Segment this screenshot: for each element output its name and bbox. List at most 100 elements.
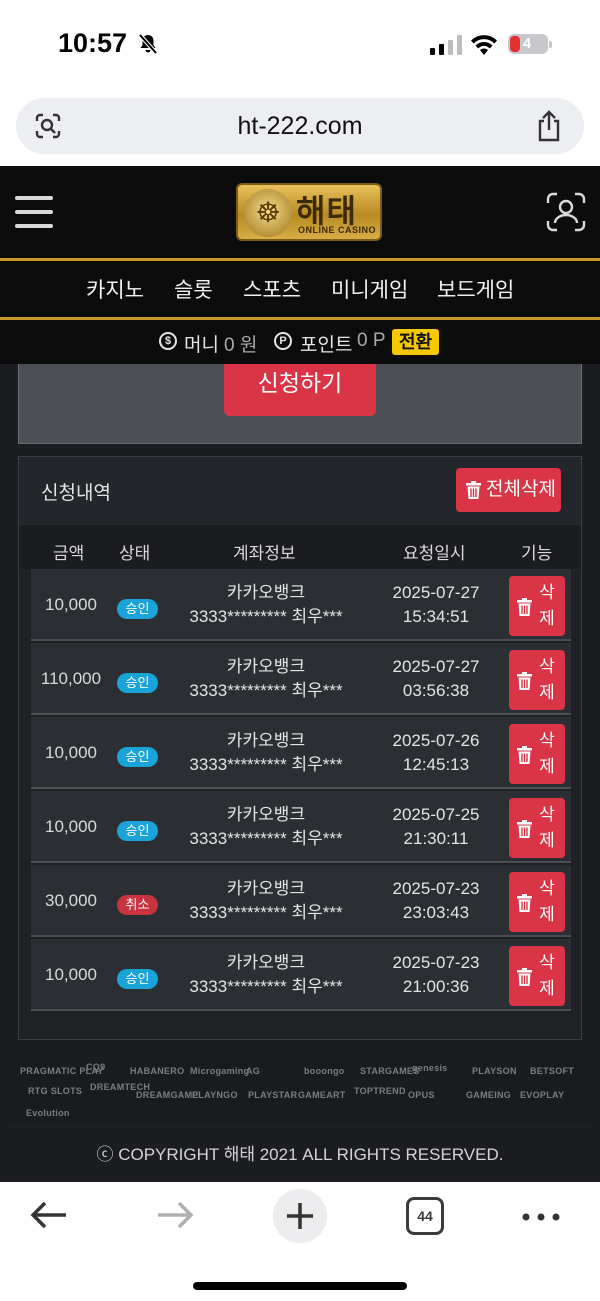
bell-muted-icon: [138, 33, 158, 55]
row-delete-button[interactable]: 삭제: [509, 946, 565, 1006]
forward-arrow-icon[interactable]: [156, 1200, 194, 1230]
row-account-number: 3333********* 최우***: [189, 977, 343, 996]
row-date: 2025-07-25: [392, 805, 480, 824]
row-account-number: 3333********* 최우***: [189, 681, 343, 700]
status-badge: 승인: [117, 821, 158, 841]
delete-all-label: 전체삭제: [486, 479, 556, 500]
row-delete-label-1: 삭: [539, 731, 555, 750]
row-delete-button[interactable]: 삭제: [509, 576, 565, 636]
battery-indicator: 4: [508, 34, 552, 54]
plus-icon: [287, 1203, 313, 1229]
trash-icon: [517, 746, 532, 764]
row-delete-label-1: 삭: [539, 805, 555, 824]
row-time: 03:56:38: [402, 681, 470, 700]
row-delete-label: 삭제: [537, 580, 557, 632]
row-date: 2025-07-26: [392, 731, 480, 750]
nav-casino[interactable]: 카지노: [86, 274, 144, 304]
provider-logo: Evolution: [26, 1108, 70, 1118]
row-account-number: 3333********* 최우***: [189, 829, 343, 848]
convert-button[interactable]: 전환: [392, 329, 440, 355]
row-account-number: 3333********* 최우***: [189, 903, 343, 922]
site-logo[interactable]: ☸ 해태 ONLINE CASINO: [236, 183, 382, 241]
row-bank-name: 카카오뱅크: [226, 953, 306, 972]
row-delete-button[interactable]: 삭제: [509, 724, 565, 784]
provider-logo: GAMEART: [298, 1090, 346, 1100]
status-time: 10:57: [58, 28, 128, 58]
row-bank-name: 카카오뱅크: [226, 805, 306, 824]
row-delete-label-2: 제: [539, 683, 555, 702]
trash-icon: [517, 968, 532, 986]
row-account-number: 3333********* 최우***: [189, 607, 343, 626]
row-requested-at: 2025-07-25 21:30:11: [376, 803, 496, 851]
row-delete-label: 삭제: [537, 802, 557, 854]
battery-level: 4: [522, 35, 532, 52]
row-bank-name: 카카오뱅크: [226, 731, 306, 750]
tab-switcher-button[interactable]: 44: [406, 1197, 444, 1235]
profile-icon[interactable]: [546, 192, 586, 232]
col-status: 상태: [119, 544, 151, 563]
trash-icon: [466, 481, 481, 499]
row-delete-button[interactable]: 삭제: [509, 650, 565, 710]
row-time: 15:34:51: [402, 607, 470, 626]
row-date: 2025-07-23: [392, 879, 480, 898]
address-bar[interactable]: ht-222.com: [16, 98, 584, 154]
nav-minigame[interactable]: 미니게임: [331, 274, 408, 304]
row-delete-label: 삭제: [537, 950, 557, 1002]
table-row: 10,000 승인 카카오뱅크 3333********* 최우*** 2025-07-…: [31, 717, 571, 789]
delete-all-button[interactable]: 전체삭제: [456, 468, 561, 512]
copyright-text: ⓒ COPYRIGHT 해태 2021 ALL RIGHTS RESERVED.: [96, 1145, 504, 1164]
dollar-icon: $: [159, 332, 177, 350]
provider-logos: PRAGMATIC PLAY CQ9 HABANERO Microgaming AG bo…: [8, 1050, 592, 1124]
provider-logo: GAMEING: [466, 1090, 512, 1100]
row-amount: 10,000: [45, 595, 97, 614]
site-header: ☸ 해태 ONLINE CASINO: [0, 166, 600, 260]
browser-address-area: ht-222.com: [0, 90, 600, 166]
trash-icon: [517, 894, 532, 912]
back-arrow-icon[interactable]: [30, 1200, 68, 1230]
row-account-info: 카카오뱅크 3333********* 최우***: [166, 581, 366, 629]
table-row: 110,000 승인 카카오뱅크 3333********* 최우*** 2025-07…: [31, 643, 571, 715]
provider-logo: PLAYSON: [472, 1066, 517, 1076]
new-tab-button[interactable]: [273, 1189, 327, 1243]
url-text[interactable]: ht-222.com: [16, 98, 584, 154]
menu-icon[interactable]: [15, 196, 53, 228]
provider-logo: Microgaming: [190, 1066, 250, 1076]
row-delete-label-1: 삭: [539, 657, 555, 676]
provider-logo: TOPTREND: [354, 1086, 406, 1096]
row-delete-label-1: 삭: [539, 583, 555, 602]
more-options-icon[interactable]: [522, 1213, 560, 1221]
row-delete-label-2: 제: [539, 905, 555, 924]
row-requested-at: 2025-07-27 03:56:38: [376, 655, 496, 703]
row-delete-button[interactable]: 삭제: [509, 872, 565, 932]
table-row: 10,000 승인 카카오뱅크 3333********* 최우*** 2025-07-…: [31, 791, 571, 863]
status-badge: 승인: [117, 673, 158, 693]
provider-logo: genesis: [412, 1063, 448, 1073]
row-time: 21:30:11: [403, 829, 469, 848]
wallet-bar: $ 머니 0 원 P 포인트 0 P 전환: [0, 320, 600, 364]
home-indicator: [193, 1282, 407, 1290]
row-delete-label-2: 제: [539, 757, 555, 776]
history-header: 신청내역 전체삭제: [19, 457, 581, 525]
row-bank-name: 카카오뱅크: [226, 657, 306, 676]
status-bar: 10:57 4: [0, 0, 600, 90]
row-account-info: 카카오뱅크 3333********* 최우***: [166, 803, 366, 851]
nav-slot[interactable]: 슬롯: [174, 274, 213, 304]
col-requested-at: 요청일시: [403, 544, 466, 563]
row-delete-button[interactable]: 삭제: [509, 798, 565, 858]
row-requested-at: 2025-07-27 15:34:51: [376, 581, 496, 629]
history-panel: 신청내역 전체삭제 금액 상태 계좌정보 요청일시 기능 10,000 승인 카카오…: [18, 456, 582, 1040]
apply-button[interactable]: 신청하기: [224, 364, 376, 416]
row-delete-label-1: 삭: [539, 879, 555, 898]
row-requested-at: 2025-07-23 21:00:36: [376, 951, 496, 999]
nav-boardgame[interactable]: 보드게임: [437, 274, 514, 304]
row-account-info: 카카오뱅크 3333********* 최우***: [166, 877, 366, 925]
row-date: 2025-07-27: [392, 657, 480, 676]
provider-logo: PLAYNGO: [192, 1090, 238, 1100]
table-row: 10,000 승인 카카오뱅크 3333********* 최우*** 2025-07-…: [31, 569, 571, 641]
status-badge: 취소: [117, 895, 158, 915]
share-icon[interactable]: [534, 110, 564, 142]
point-icon: P: [274, 332, 292, 350]
trash-icon: [517, 820, 532, 838]
nav-sports[interactable]: 스포츠: [243, 274, 301, 304]
row-amount: 10,000: [45, 965, 97, 984]
